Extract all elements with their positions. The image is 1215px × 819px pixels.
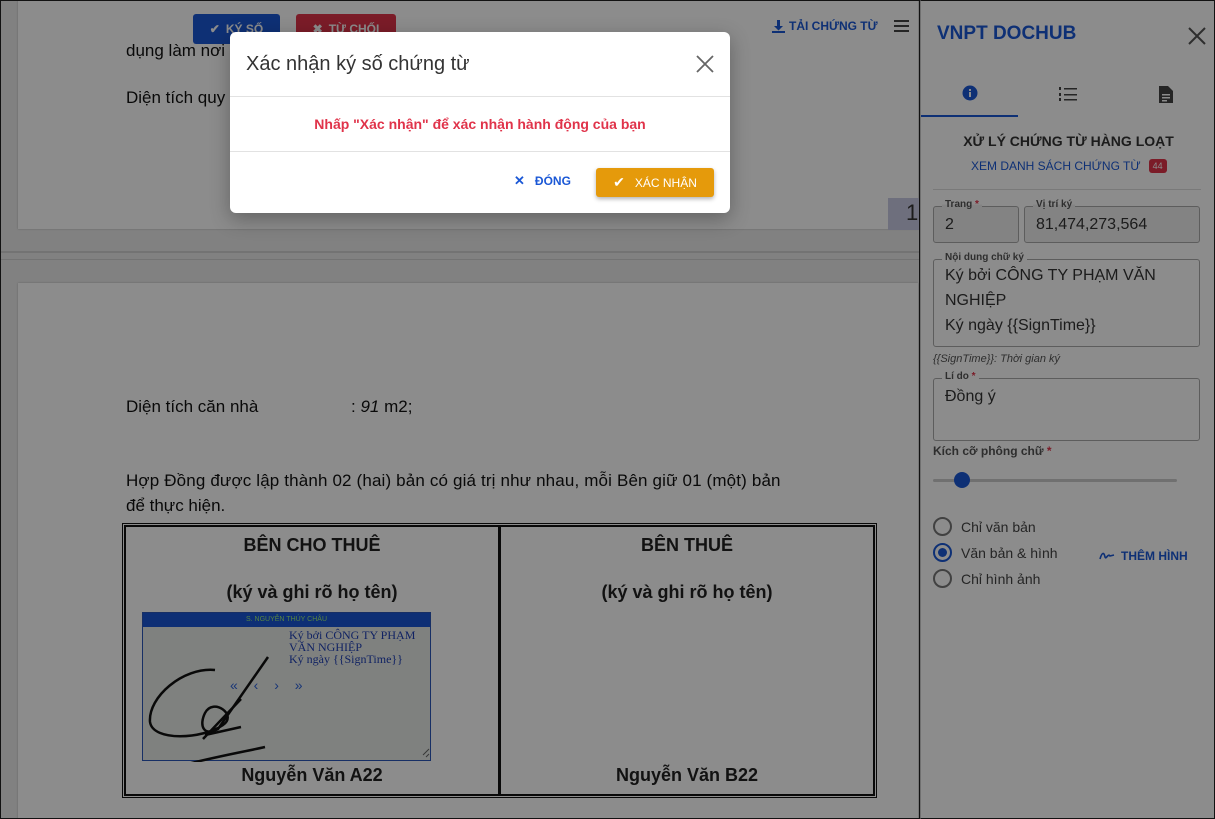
dialog-close-label: ĐÓNG <box>534 174 571 188</box>
dialog-confirm-label: XÁC NHẬN <box>634 175 697 190</box>
check-icon: ✔ <box>613 174 625 190</box>
dialog-confirm-button[interactable]: ✔ XÁC NHẬN <box>596 168 714 197</box>
dialog-divider <box>230 151 730 152</box>
dialog-message: Nhấp "Xác nhận" để xác nhận hành động củ… <box>314 116 646 132</box>
confirm-sign-dialog: Xác nhận ký số chứng từ Nhấp "Xác nhận" … <box>230 32 730 213</box>
dialog-title: Xác nhận ký số chứng từ <box>246 53 470 75</box>
dialog-close-button[interactable]: ✕ ĐÓNG <box>514 173 571 189</box>
dialog-divider <box>230 96 730 97</box>
close-icon[interactable] <box>696 55 714 73</box>
close-icon: ✕ <box>514 173 525 188</box>
